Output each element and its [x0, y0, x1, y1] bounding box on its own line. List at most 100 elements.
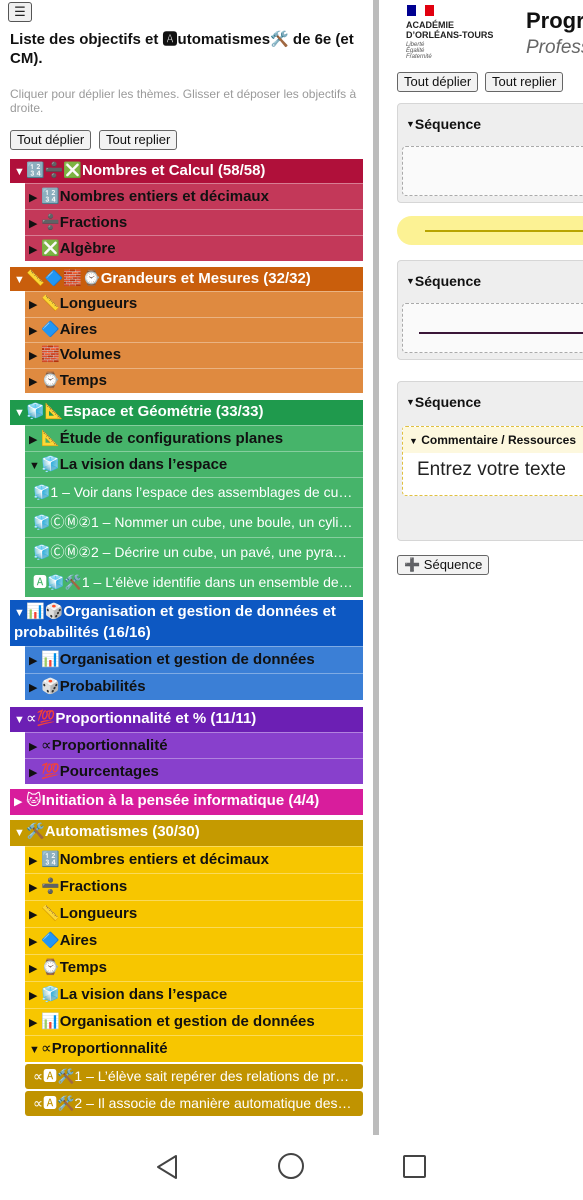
subtheme-icon: 📊 — [41, 1013, 60, 1030]
subtheme-icon: ❎ — [41, 240, 60, 257]
objective-item[interactable]: 🧊1 – Voir dans l’espace des assemblages … — [25, 477, 363, 507]
subtheme-label: Volumes — [59, 346, 122, 363]
subtheme-item[interactable]: ▶ ❎Algèbre — [25, 235, 363, 261]
subtheme-icon: ⌚ — [41, 959, 60, 976]
subtheme-item[interactable]: ▶ 📏Longueurs — [25, 900, 363, 927]
subtheme-item[interactable]: ▶ ➗Fractions — [25, 209, 363, 235]
expand-arrow-icon: ▶ — [29, 963, 38, 975]
theme-header[interactable]: ▼📏🔷🧱⌚Grandeurs et Mesures (32/32) — [10, 267, 363, 291]
subtheme-icon: 🎲 — [41, 678, 60, 695]
sequence-header[interactable]: ▼Séquence — [398, 104, 583, 144]
home-icon[interactable] — [278, 1153, 304, 1179]
subtheme-item[interactable]: ▶ 📊Organisation et gestion de données — [25, 646, 363, 673]
subtheme-item[interactable]: ▶ 📐Étude de configurations planes — [25, 425, 363, 451]
comment-header[interactable]: ▼ Commentaire / Ressources — [403, 427, 583, 453]
subtheme-icon: 📏 — [41, 295, 60, 312]
add-sequence-button[interactable]: ➕ Séquence — [397, 555, 490, 575]
menu-icon[interactable]: ☰ — [8, 2, 32, 22]
subtheme-icon: 📏 — [41, 905, 60, 922]
subtheme-label: La vision dans l’espace — [59, 456, 228, 473]
objective-item[interactable]: 🧊ⒸⓂ②2 – Décrire un cube, un pavé, une py… — [25, 537, 363, 567]
theme-block: ▼🔢➗❎Nombres et Calcul (58/58) ▶ 🔢Nombres e… — [10, 159, 363, 261]
sequence-header[interactable]: ▼Séquence — [398, 382, 583, 422]
subtheme-item[interactable]: ▶ 🧱Volumes — [25, 342, 363, 368]
theme-label: Proportionnalité et % (11/11) — [55, 710, 257, 727]
theme-icon: 📏🔷🧱⌚ — [26, 270, 101, 287]
expand-arrow-icon: ▶ — [29, 767, 38, 779]
expand-arrow-icon: ▶ — [29, 434, 38, 446]
subtheme-item[interactable]: ▶ 🔢Nombres entiers et décimaux — [25, 846, 363, 873]
subtheme-item[interactable]: ▶ 🎲Probabilités — [25, 673, 363, 700]
sequence-header[interactable]: ▼Séquence — [398, 261, 583, 301]
subtheme-item[interactable]: ▶ ➗Fractions — [25, 873, 363, 900]
theme-label: Automatismes (30/30) — [44, 823, 200, 840]
subtheme-item[interactable]: ▶ ⌚Temps — [25, 954, 363, 981]
subtheme-label: Algèbre — [59, 240, 116, 257]
sequence-block[interactable]: ▼Séquence ▼ Commentaire / Ressources Ent… — [397, 381, 583, 541]
objectives-panel: ☰ Liste des objectifs et 🅰utomatismes🛠️ … — [0, 0, 372, 1135]
objective-item[interactable]: ∝🅰🛠️2 – Il associe de manière automatiqu… — [25, 1091, 363, 1116]
subtheme-item[interactable]: ▶ 🔢Nombres entiers et décimaux — [25, 183, 363, 209]
theme-header[interactable]: ▼🧊📐Espace et Géométrie (33/33) — [10, 400, 363, 425]
subtheme-icon: 🧊 — [41, 986, 60, 1003]
objective-item[interactable]: 🅰🧊🛠️1 – L’élève identifie dans un ensemb… — [25, 567, 363, 597]
theme-icon: 🔢➗❎ — [26, 162, 83, 179]
page-title: Liste des objectifs et 🅰utomatismes🛠️ de… — [10, 31, 354, 67]
theme-header[interactable]: ▼🔢➗❎Nombres et Calcul (58/58) — [10, 159, 363, 183]
republic-motto: Liberté Égalité Fraternité — [406, 42, 432, 60]
expand-arrow-icon: ▼ — [29, 1044, 40, 1056]
period-separator[interactable] — [397, 216, 583, 245]
theme-header[interactable]: ▼📊🎲Organisation et gestion de données et… — [10, 600, 363, 646]
subtheme-item[interactable]: ▶ 🔷Aires — [25, 927, 363, 954]
sequence-block[interactable]: ▼Séquence — [397, 103, 583, 203]
subtheme-label: Fractions — [59, 878, 128, 895]
subtheme-label: Aires — [59, 932, 98, 949]
collapse-all-sequences-button[interactable]: Tout replier — [485, 72, 564, 92]
theme-block: ▼∝💯Proportionnalité et % (11/11) ▶ ∝Propor… — [10, 707, 363, 784]
recent-apps-icon[interactable] — [403, 1155, 426, 1178]
sequence-drop-zone[interactable] — [402, 303, 583, 353]
theme-block: ▼🛠️Automatismes (30/30) ▶ 🔢Nombres entiers… — [10, 820, 363, 1116]
expand-arrow-icon: ▶ — [29, 1017, 38, 1029]
sequence-drop-zone[interactable] — [402, 146, 583, 196]
theme-header[interactable]: ▶ 🐱Initiation à la pensée informatique (4… — [10, 789, 363, 815]
subtheme-icon: 🧊 — [41, 456, 60, 473]
subtheme-item[interactable]: ▶ 🔷Aires — [25, 316, 363, 342]
subtheme-item[interactable]: ▶ ⌚Temps — [25, 367, 363, 393]
comment-input[interactable]: Entrez votre texte — [403, 453, 583, 481]
sequence-block[interactable]: ▼Séquence — [397, 260, 583, 360]
expand-arrow-icon: ▶ — [29, 909, 38, 921]
comment-box[interactable]: ▼ Commentaire / Ressources Entrez votre … — [402, 426, 583, 496]
subtheme-item[interactable]: ▼🧊La vision dans l’espace — [25, 451, 363, 477]
theme-label: Organisation et gestion de données et pr… — [14, 603, 336, 641]
expand-arrow-icon: ▶ — [29, 855, 38, 867]
theme-header[interactable]: ▼∝💯Proportionnalité et % (11/11) — [10, 707, 363, 732]
subtheme-label: Pourcentages — [59, 763, 159, 780]
expand-all-sequences-button[interactable]: Tout déplier — [397, 72, 479, 92]
collapse-all-button[interactable]: Tout replier — [99, 130, 178, 150]
subtheme-item[interactable]: ▶ 📊Organisation et gestion de données — [25, 1008, 363, 1035]
objective-item[interactable]: ∝🅰🛠️1 – L’élève sait repérer des relatio… — [25, 1064, 363, 1089]
subtheme-item[interactable]: ▶ ∝Proportionnalité — [25, 732, 363, 758]
subtheme-item[interactable]: ▶ 🧊La vision dans l’espace — [25, 981, 363, 1008]
subtheme-label: Aires — [59, 320, 98, 338]
subtheme-label: Longueurs — [59, 905, 138, 922]
back-icon[interactable] — [155, 1153, 179, 1181]
subtheme-item[interactable]: ▶ 📏Longueurs — [25, 291, 363, 317]
subtheme-label: Probabilités — [59, 678, 146, 695]
theme-icon: 🐱 — [26, 792, 42, 809]
subtheme-item[interactable]: ▶ 💯Pourcentages — [25, 758, 363, 784]
expand-arrow-icon: ▼ — [29, 460, 40, 472]
subtheme-icon: ∝ — [41, 737, 52, 754]
subtheme-icon: 🔷 — [41, 932, 60, 949]
objective-item[interactable]: 🧊ⒸⓂ②1 – Nommer un cube, une boule, un cy… — [25, 507, 363, 537]
expand-all-button[interactable]: Tout déplier — [10, 130, 92, 150]
pane-divider[interactable] — [373, 0, 379, 1135]
theme-block: ▶ 🐱Initiation à la pensée informatique (4… — [10, 789, 363, 815]
theme-block: ▼📏🔷🧱⌚Grandeurs et Mesures (32/32) ▶ 📏Longu… — [10, 267, 363, 393]
subtheme-item[interactable]: ▼∝Proportionnalité — [25, 1035, 363, 1062]
expand-arrow-icon: ▶ — [29, 375, 38, 388]
theme-header[interactable]: ▼🛠️Automatismes (30/30) — [10, 820, 363, 846]
theme-label: Espace et Géométrie (33/33) — [63, 403, 264, 420]
expand-arrow-icon: ▼ — [14, 827, 25, 839]
